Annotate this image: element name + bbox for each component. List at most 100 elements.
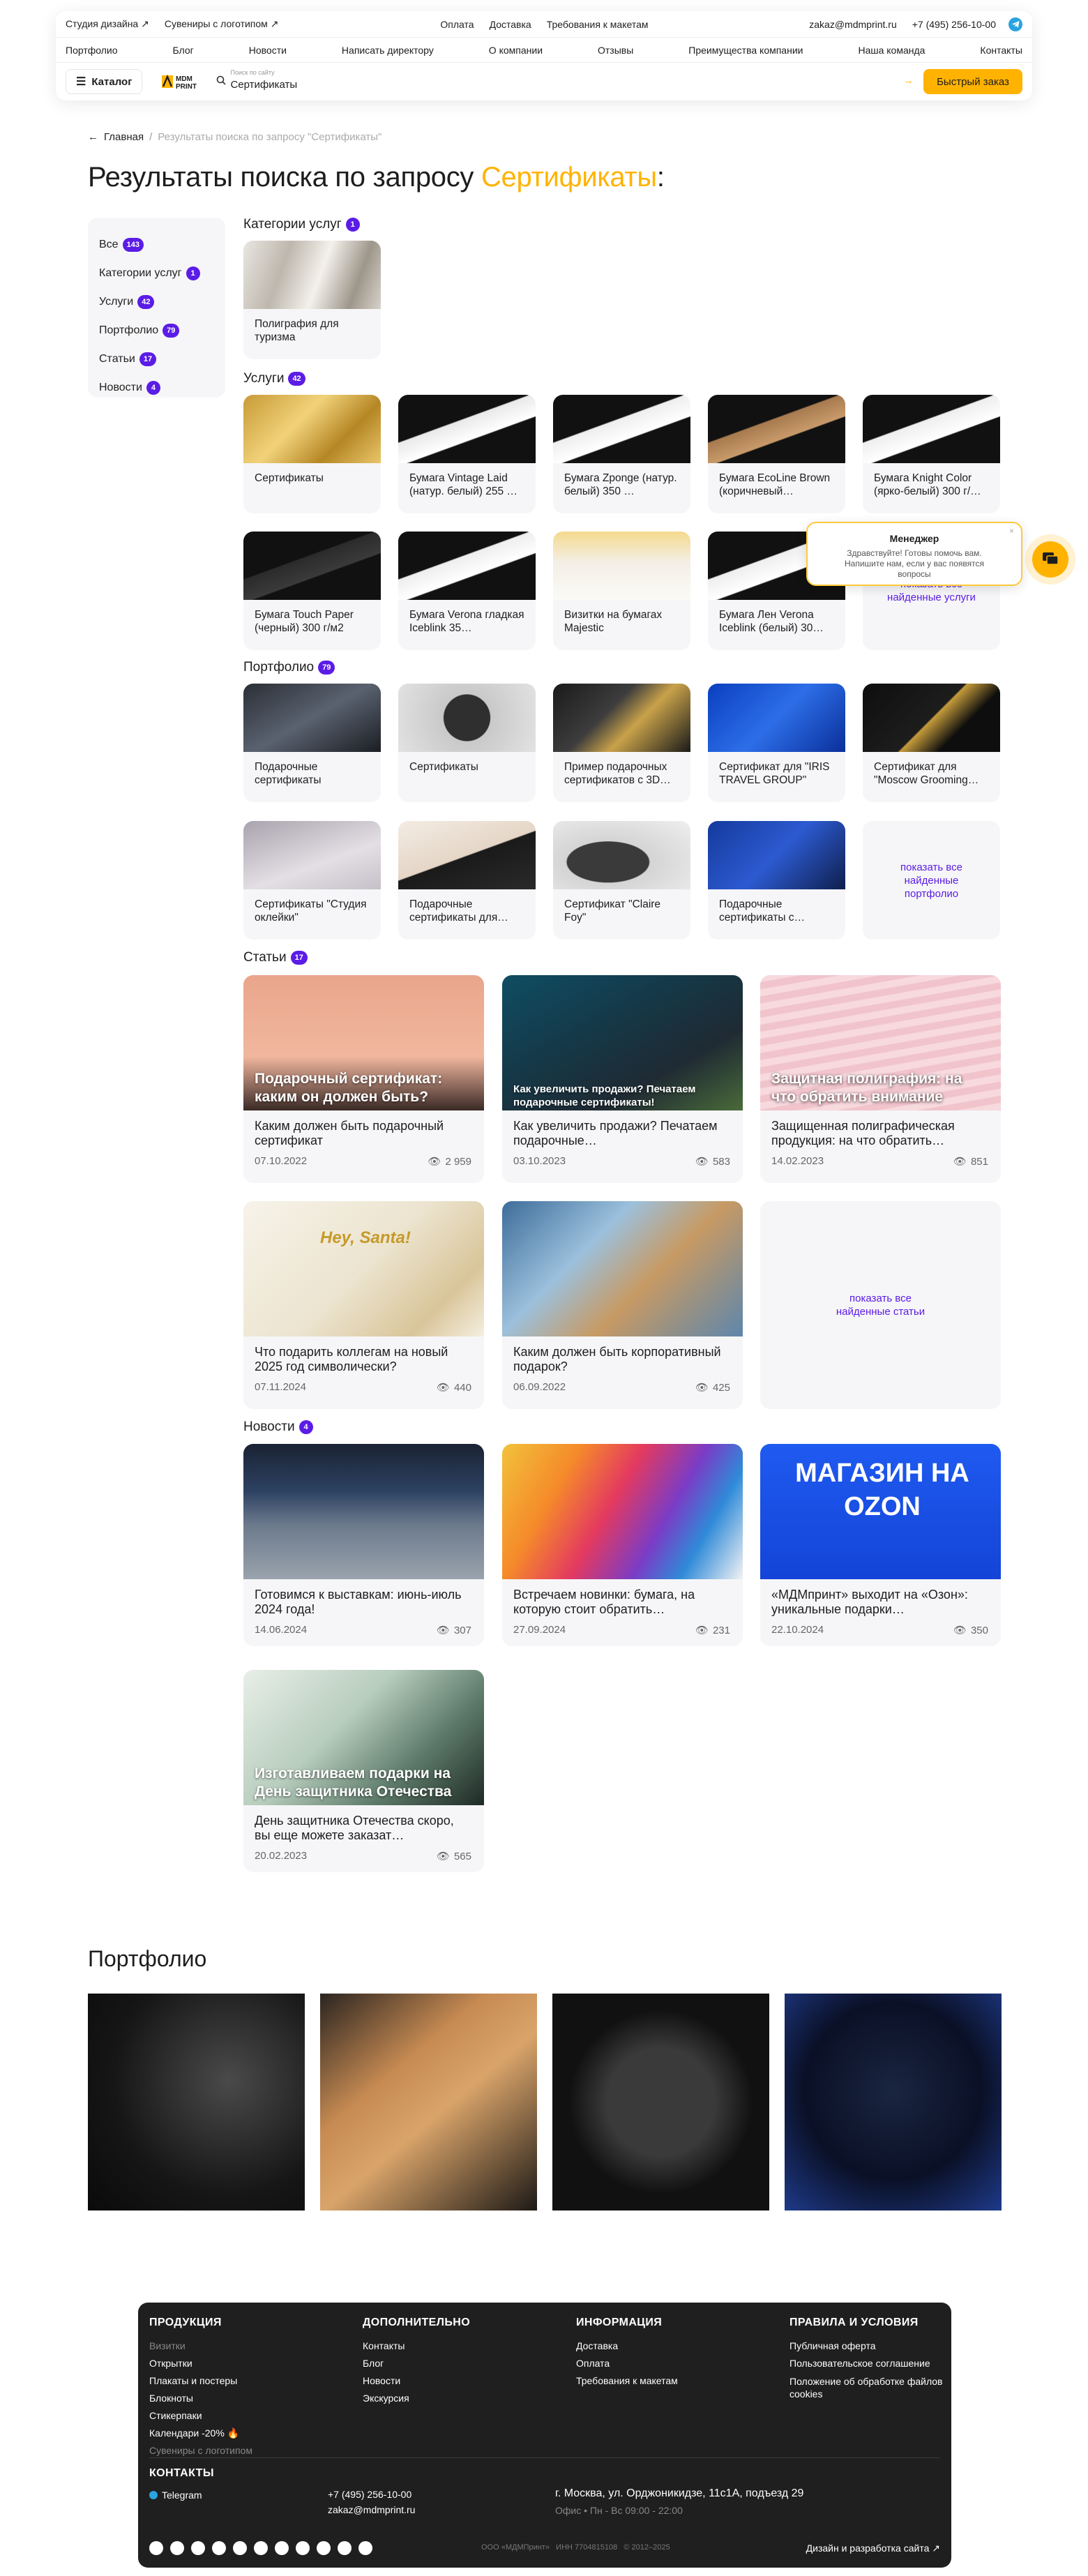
skype-icon[interactable] — [358, 2541, 372, 2555]
footer-email[interactable]: zakaz@mdmprint.ru — [328, 2504, 415, 2515]
service-card[interactable]: Бумага Knight Color (ярко-белый) 300 г/… — [863, 395, 1000, 513]
portfolio-tile[interactable] — [785, 1994, 1002, 2210]
footer-link[interactable]: Визитки — [149, 2337, 252, 2355]
site-logo[interactable]: MDM PRINT — [162, 73, 201, 91]
chat-popup[interactable]: × Менеджер Здравствуйте! Готовы помочь в… — [806, 522, 1022, 586]
tumblr-icon[interactable] — [317, 2541, 331, 2555]
breadcrumb-home[interactable]: Главная — [104, 131, 144, 143]
news-card[interactable]: Встречаем новинки: бумага, на которую ст… — [502, 1444, 743, 1646]
header-email[interactable]: zakaz@mdmprint.ru — [809, 19, 896, 30]
telegram-icon[interactable] — [1008, 17, 1022, 31]
card-image — [243, 532, 381, 600]
news-card[interactable]: МАГАЗИН НА OZON «МДМпринт» выходит на «О… — [760, 1444, 1001, 1646]
tiktok-icon[interactable] — [296, 2541, 310, 2555]
service-card[interactable]: Бумага Vintage Laid (натур. белый) 255 … — [398, 395, 536, 513]
footer-link[interactable]: Оплата — [576, 2355, 678, 2372]
nav-portfolio[interactable]: Портфолио — [66, 45, 118, 56]
portfolio-tile[interactable] — [320, 1994, 537, 2210]
nav-blog[interactable]: Блог — [173, 45, 194, 56]
close-icon[interactable]: × — [1009, 526, 1014, 536]
nav-advantages[interactable]: Преимущества компании — [688, 45, 803, 56]
filter-articles[interactable]: Статьи 17 — [99, 345, 214, 373]
service-card[interactable]: Бумага EcoLine Brown (коричневый… — [708, 395, 845, 513]
filter-services[interactable]: Услуги 42 — [99, 287, 214, 316]
nav-news[interactable]: Новости — [249, 45, 287, 56]
footer-link[interactable]: Доставка — [576, 2337, 678, 2355]
dzen-icon[interactable] — [254, 2541, 268, 2555]
category-card[interactable]: Полиграфия для туризма — [243, 241, 381, 359]
footer-link[interactable]: Открытки — [149, 2355, 252, 2372]
nav-about[interactable]: О компании — [489, 45, 543, 56]
article-card[interactable]: Подарочный сертификат: каким он должен б… — [243, 975, 484, 1183]
service-card[interactable]: Бумага Touch Paper (черный) 300 г/м2 — [243, 532, 381, 650]
service-card[interactable]: Бумага Zponge (натур. белый) 350 … — [553, 395, 690, 513]
footer-link[interactable]: Плакаты и постеры — [149, 2372, 252, 2390]
footer-link[interactable]: Календари -20% 🔥 — [149, 2425, 252, 2442]
footer-link[interactable]: Пользовательское соглашение — [789, 2355, 943, 2372]
nav-reviews[interactable]: Отзывы — [598, 45, 633, 56]
portfolio-card[interactable]: Сертификат для "IRIS TRAVEL GROUP" — [708, 684, 845, 802]
top-link-payment[interactable]: Оплата — [440, 19, 474, 30]
footer-telegram[interactable]: Telegram — [149, 2490, 202, 2501]
chat-button[interactable] — [1032, 541, 1068, 578]
portfolio-card[interactable]: Сертификаты "Студия оклейки" — [243, 821, 381, 940]
nav-team[interactable]: Наша команда — [858, 45, 925, 56]
telegram-social-icon[interactable] — [149, 2541, 163, 2555]
video-icon[interactable] — [338, 2541, 352, 2555]
service-card[interactable]: Сертификаты — [243, 395, 381, 513]
show-all-portfolio-link[interactable]: показать все найденные портфолио — [863, 821, 1000, 940]
footer-link[interactable]: Новости — [363, 2372, 470, 2390]
footer-link[interactable]: Положение об обработке файлов cookies — [789, 2375, 943, 2400]
top-link-delivery[interactable]: Доставка — [490, 19, 531, 30]
article-card[interactable]: Как увеличить продажи? Печатаем подарочн… — [502, 975, 743, 1183]
breadcrumb-separator: / — [149, 131, 153, 143]
filter-news[interactable]: Новости 4 — [99, 373, 214, 402]
eye-icon: 👁 — [953, 1625, 967, 1636]
catalog-button[interactable]: ☰ Каталог — [66, 69, 143, 94]
rutube-icon[interactable] — [233, 2541, 247, 2555]
quick-order-button[interactable]: Быстрый заказ — [923, 69, 1022, 94]
pinterest-icon[interactable] — [275, 2541, 289, 2555]
filter-categories[interactable]: Категории услуг 1 — [99, 259, 214, 287]
news-card[interactable]: Изготавливаем подарки на День защитника … — [243, 1670, 484, 1872]
header-phone[interactable]: +7 (495) 256-10-00 — [912, 19, 996, 30]
vk-icon[interactable] — [170, 2541, 184, 2555]
footer-link[interactable]: Экскурсия — [363, 2390, 470, 2407]
portfolio-card[interactable]: Сертификаты — [398, 684, 536, 802]
article-card[interactable]: Каким должен быть корпоративный подарок?… — [502, 1201, 743, 1409]
top-link-souvenirs[interactable]: Сувениры с логотипом ↗ — [165, 18, 279, 30]
portfolio-card[interactable]: Подарочные сертификаты — [243, 684, 381, 802]
footer-link[interactable]: Блокноты — [149, 2390, 252, 2407]
portfolio-card[interactable]: Подарочные сертификаты с… — [708, 821, 845, 940]
arrow-right-icon[interactable]: → — [903, 75, 914, 86]
nav-write-director[interactable]: Написать директору — [342, 45, 434, 56]
filter-portfolio[interactable]: Портфолио 79 — [99, 316, 214, 345]
footer-link[interactable]: Блог — [363, 2355, 470, 2372]
news-card[interactable]: Готовимся к выставкам: июнь-июль 2024 го… — [243, 1444, 484, 1646]
search-input[interactable]: Поиск по сайту Сертификаты → — [215, 69, 923, 94]
portfolio-card[interactable]: Подарочные сертификаты для… — [398, 821, 536, 940]
portfolio-tile[interactable] — [88, 1994, 305, 2210]
top-link-design-studio[interactable]: Студия дизайна ↗ — [66, 18, 149, 30]
portfolio-tile[interactable] — [552, 1994, 769, 2210]
portfolio-card[interactable]: Пример подарочных сертификатов с 3D… — [553, 684, 690, 802]
footer-link[interactable]: Контакты — [363, 2337, 470, 2355]
arrow-left-icon[interactable]: ← — [88, 131, 98, 143]
top-link-requirements[interactable]: Требования к макетам — [547, 19, 649, 30]
nav-contacts[interactable]: Контакты — [980, 45, 1022, 56]
service-card[interactable]: Визитки на бумагах Majestic — [553, 532, 690, 650]
footer-link[interactable]: Требования к макетам — [576, 2372, 678, 2390]
footer-dev-link[interactable]: Дизайн и разработка сайта ↗ — [806, 2543, 940, 2554]
footer-link[interactable]: Публичная оферта — [789, 2337, 943, 2355]
footer-phone[interactable]: +7 (495) 256-10-00 — [328, 2489, 411, 2500]
footer-link[interactable]: Стикерпаки — [149, 2407, 252, 2425]
article-card[interactable]: Защитная полиграфия: на что обратить вни… — [760, 975, 1001, 1183]
instagram-icon[interactable] — [191, 2541, 205, 2555]
youtube-icon[interactable] — [212, 2541, 226, 2555]
portfolio-card[interactable]: Сертификат "Claire Foy" — [553, 821, 690, 940]
article-card[interactable]: Hey, Santa! Что подарить коллегам на нов… — [243, 1201, 484, 1409]
portfolio-card[interactable]: Сертификат для "Moscow Grooming… — [863, 684, 1000, 802]
show-all-articles-link[interactable]: показать все найденные статьи — [760, 1201, 1001, 1409]
filter-all[interactable]: Все 143 — [99, 230, 214, 259]
service-card[interactable]: Бумага Verona гладкая Iceblink 35… — [398, 532, 536, 650]
